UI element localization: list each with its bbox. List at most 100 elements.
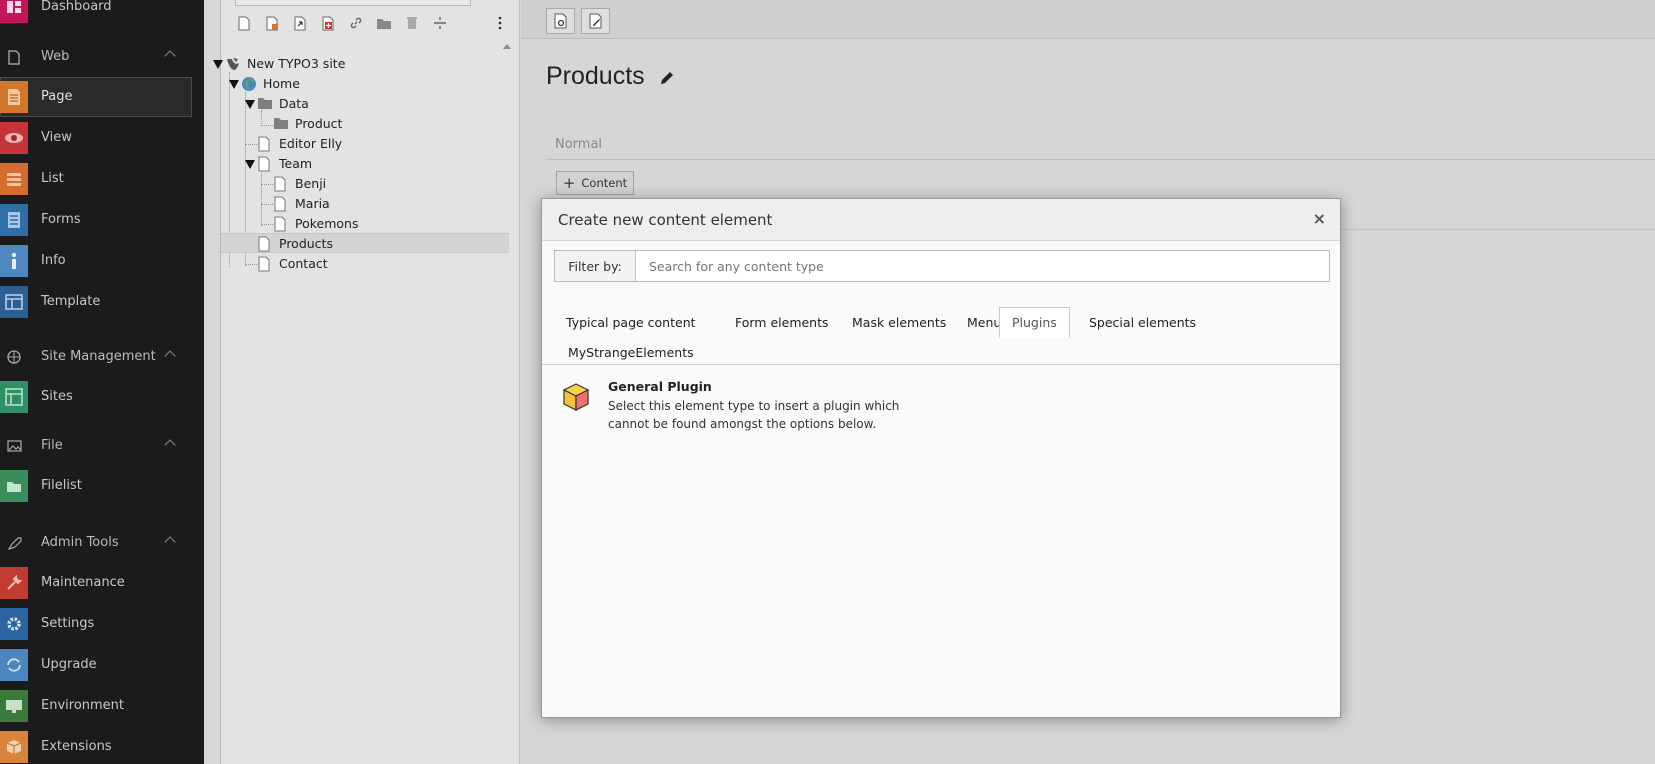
page-title: Products [546, 62, 645, 90]
tab-form-elements[interactable]: Form elements [723, 307, 841, 338]
tree-node-pokemons[interactable]: Pokemons [221, 214, 509, 234]
menu-group-label: Web [41, 49, 70, 64]
trash-icon[interactable] [403, 14, 421, 32]
filter-search-input[interactable] [637, 251, 1329, 281]
page-tree-panel: New TYPO3 site Home Data Product Editor … [213, 0, 521, 764]
element-title: General Plugin [608, 379, 712, 394]
menu-group-label: Admin Tools [41, 535, 119, 550]
menu-item-extensions[interactable]: Extensions [0, 727, 204, 764]
refresh-icon [0, 649, 28, 681]
menu-item-label: Settings [41, 616, 95, 631]
sites-icon [0, 381, 28, 413]
menu-item-label: Upgrade [41, 657, 97, 672]
globe-icon [0, 346, 28, 368]
menu-item-sites[interactable]: Sites [0, 377, 204, 417]
view-page-button[interactable] [546, 8, 575, 34]
template-icon [0, 286, 28, 318]
tree-node-label: Products [279, 236, 333, 251]
tree-node-benji[interactable]: Benji [221, 174, 509, 194]
menu-item-label: Sites [41, 389, 73, 404]
menu-group-web[interactable]: Web [0, 37, 204, 77]
image-icon [0, 435, 28, 457]
menu-item-forms[interactable]: Forms [0, 200, 204, 240]
forms-icon [0, 204, 28, 236]
content-element-general-plugin[interactable]: General Plugin Select this element type … [560, 379, 920, 435]
page-icon [257, 236, 273, 252]
tree-filter-input[interactable] [235, 0, 471, 6]
edit-page-icon [589, 13, 601, 29]
folder-icon[interactable] [375, 14, 393, 32]
tree-node-data[interactable]: Data [221, 94, 509, 114]
globe-page-icon [241, 76, 257, 92]
menu-item-info[interactable]: Info [0, 241, 204, 281]
tree-node-team[interactable]: Team [221, 154, 509, 174]
link-icon[interactable] [347, 14, 365, 32]
active-highlight [0, 77, 192, 117]
menu-group-label: Site Management [41, 349, 156, 364]
page-icon [273, 216, 289, 232]
tree-node-product[interactable]: Product [221, 114, 509, 134]
add-content-label: Content [581, 176, 628, 190]
new-page-template-icon[interactable] [263, 14, 281, 32]
divider-icon[interactable] [431, 14, 449, 32]
collapse-arrow-icon[interactable] [213, 60, 223, 69]
collapse-arrow-icon[interactable] [245, 160, 255, 169]
menu-item-environment[interactable]: Environment [0, 686, 204, 726]
tree-node-home[interactable]: Home [221, 74, 509, 94]
tab-typical-page-content[interactable]: Typical page content [554, 307, 708, 338]
menu-group-file[interactable]: File [0, 426, 204, 466]
menu-item-view[interactable]: View [0, 118, 204, 158]
modal-title: Create new content element [558, 211, 773, 229]
chevron-up-icon[interactable] [164, 350, 176, 362]
menu-item-label: Filelist [41, 478, 82, 493]
scroll-up-arrow-icon[interactable] [503, 44, 511, 49]
menu-item-list[interactable]: List [0, 159, 204, 199]
new-page-icon[interactable] [235, 14, 253, 32]
chevron-up-icon[interactable] [164, 439, 176, 451]
tree-node-editor-elly[interactable]: Editor Elly [221, 134, 509, 154]
gear-icon [0, 608, 28, 640]
tab-special-elements[interactable]: Special elements [1077, 307, 1208, 338]
menu-item-settings[interactable]: Settings [0, 604, 204, 644]
menu-item-upgrade[interactable]: Upgrade [0, 645, 204, 685]
column-name: Normal [555, 137, 603, 152]
menu-item-dashboard[interactable]: Dashboard [0, 0, 204, 27]
page-tree-toolbar [221, 12, 521, 36]
menu-item-page[interactable]: Page [0, 77, 204, 117]
add-content-button[interactable]: + Content [556, 171, 634, 195]
tree-node-label: Maria [295, 196, 330, 211]
chevron-up-icon[interactable] [164, 536, 176, 548]
tree-node-root[interactable]: New TYPO3 site [213, 54, 509, 74]
element-description: Select this element type to insert a plu… [608, 399, 900, 431]
menu-item-template[interactable]: Template [0, 282, 204, 322]
tab-divider [542, 364, 1340, 365]
tab-mask-elements[interactable]: Mask elements [840, 307, 958, 338]
menu-item-label: Environment [41, 698, 125, 713]
menu-item-label: Extensions [41, 739, 112, 754]
tree-node-maria[interactable]: Maria [221, 194, 509, 214]
menu-item-maintenance[interactable]: Maintenance [0, 563, 204, 603]
box-icon [0, 731, 28, 763]
menu-item-label: Maintenance [41, 575, 125, 590]
new-shortcut-page-icon[interactable] [291, 14, 309, 32]
tree-node-contact[interactable]: Contact [221, 254, 509, 274]
menu-item-filelist[interactable]: Filelist [0, 466, 204, 506]
edit-page-properties-button[interactable] [581, 8, 610, 34]
tab-plugins[interactable]: Plugins [999, 307, 1070, 338]
chevron-up-icon[interactable] [164, 50, 176, 62]
dashboard-icon [0, 0, 28, 23]
new-external-page-icon[interactable] [319, 14, 337, 32]
collapse-arrow-icon[interactable] [229, 80, 239, 89]
folder-icon [257, 96, 273, 112]
pencil-icon[interactable] [659, 70, 675, 86]
new-content-element-modal: Create new content element × Filter by: … [541, 198, 1341, 718]
menu-item-label: Dashboard [41, 0, 112, 14]
menu-group-admin-tools[interactable]: Admin Tools [0, 523, 204, 563]
plus-icon: + [562, 173, 576, 192]
menu-group-site-management[interactable]: Site Management [0, 337, 204, 377]
more-options-icon[interactable] [491, 14, 509, 32]
collapse-arrow-icon[interactable] [245, 100, 255, 109]
view-page-icon [554, 13, 566, 29]
tree-node-products[interactable]: Products [221, 233, 509, 253]
close-icon[interactable]: × [1313, 209, 1326, 228]
